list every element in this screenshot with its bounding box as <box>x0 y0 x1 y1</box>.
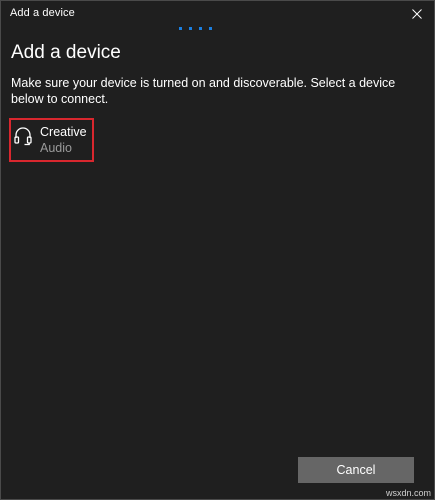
close-button[interactable] <box>400 1 434 27</box>
watermark-text: wsxdn.com <box>385 488 431 498</box>
headphones-icon <box>14 127 32 146</box>
close-icon <box>412 9 422 19</box>
progress-dot <box>179 27 182 30</box>
cancel-button[interactable]: Cancel <box>298 457 414 483</box>
device-type: Audio <box>40 141 72 155</box>
progress-dot <box>199 27 202 30</box>
device-list-item[interactable]: Creative Audio <box>9 118 94 162</box>
searching-progress-indicator <box>1 27 434 30</box>
title-bar: Add a device <box>1 1 434 27</box>
progress-dot <box>189 27 192 30</box>
progress-dot <box>209 27 212 30</box>
page-title: Add a device <box>11 42 121 63</box>
add-device-dialog: Add a device Add a device Make sure your… <box>0 0 435 500</box>
window-title: Add a device <box>10 7 75 19</box>
instructions-text: Make sure your device is turned on and d… <box>11 76 396 106</box>
device-name: Creative <box>40 125 87 139</box>
